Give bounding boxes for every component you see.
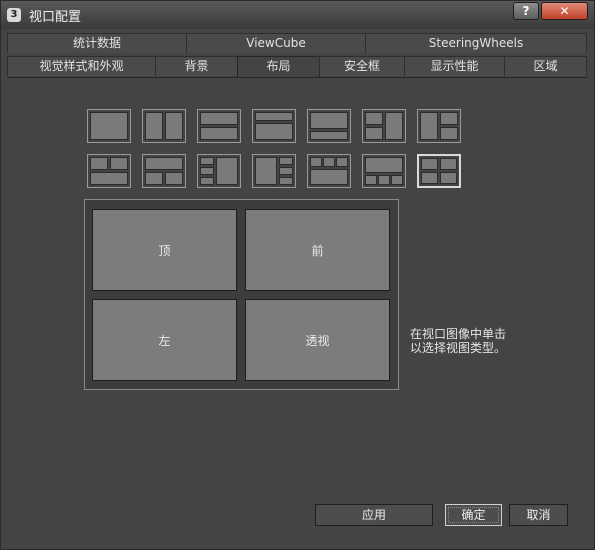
layout-option-one-left-three-right[interactable] (252, 154, 296, 188)
viewport-label-perspective: 透视 (305, 334, 330, 348)
layout-option-large-top-small-bottom[interactable] (307, 109, 351, 143)
layout-option-two-horizontal[interactable] (197, 109, 241, 143)
layout-cell (365, 127, 383, 140)
viewport-configuration-dialog: 3 视口配置 ? ✕ 统计数据 ViewCube SteeringWheels … (0, 0, 595, 550)
viewport-perspective[interactable]: 透视 (245, 299, 390, 381)
3ds-max-icon: 3 (7, 8, 21, 22)
tab-statistics[interactable]: 统计数据 (7, 33, 187, 53)
layout-cell (440, 112, 458, 125)
layout-cell (420, 112, 438, 140)
tab-display-performance[interactable]: 显示性能 (404, 56, 505, 76)
layout-cell (440, 158, 457, 170)
tab-visual-style[interactable]: 视觉样式和外观 (7, 56, 156, 76)
viewport-front[interactable]: 前 (245, 209, 390, 291)
layout-option-one-top-three-bottom[interactable] (362, 154, 406, 188)
layout-option-one-top-two-bottom[interactable] (142, 154, 186, 188)
layout-cell (365, 112, 383, 125)
layout-option-two-left-one-right[interactable] (362, 109, 406, 143)
ok-button[interactable]: 确定 (445, 504, 502, 526)
layout-cell (165, 172, 183, 185)
window-title: 视口配置 (29, 10, 82, 25)
layout-option-one-left-two-right[interactable] (417, 109, 461, 143)
layout-cell (323, 157, 335, 167)
tab-safe-frame[interactable]: 安全框 (319, 56, 405, 76)
layout-cell (378, 175, 390, 185)
viewport-top[interactable]: 顶 (92, 209, 237, 291)
layout-cell (279, 177, 293, 185)
apply-button[interactable]: 应用 (315, 504, 433, 526)
layout-cell (216, 157, 238, 185)
layout-cell (391, 175, 403, 185)
hint-text: 在视口图像中单击 以选择视图类型。 (410, 327, 530, 355)
layout-cell (145, 112, 163, 140)
layout-cell (255, 112, 293, 121)
layout-cell (310, 112, 348, 129)
layout-cell (255, 123, 293, 140)
help-button[interactable]: ? (513, 2, 539, 20)
layout-cell (310, 157, 322, 167)
layout-cell (440, 127, 458, 140)
layout-cell (279, 167, 293, 175)
layout-cell (145, 157, 183, 170)
layout-cell (336, 157, 348, 167)
title-bar[interactable]: 3 视口配置 ? ✕ (1, 1, 594, 29)
layout-cell (200, 157, 214, 165)
layout-option-two-vertical[interactable] (142, 109, 186, 143)
tab-steeringwheels[interactable]: SteeringWheels (365, 33, 587, 53)
layout-cell (385, 112, 403, 140)
layout-option-three-top-one-bottom[interactable] (307, 154, 351, 188)
tab-divider (7, 77, 588, 78)
layout-cell (365, 157, 403, 173)
layout-cell (110, 157, 128, 170)
layout-option-four-grid[interactable] (417, 154, 461, 188)
cancel-button[interactable]: 取消 (509, 504, 568, 526)
layout-cell (421, 172, 438, 184)
layout-cell (200, 177, 214, 185)
viewport-label-left: 左 (158, 334, 171, 348)
layout-cell (90, 172, 128, 185)
tab-layout[interactable]: 布局 (237, 56, 320, 78)
layout-cell (279, 157, 293, 165)
layout-cell (145, 172, 163, 185)
viewport-label-top: 顶 (158, 244, 171, 258)
layout-cell (421, 158, 438, 170)
viewport-layout-preview: 顶 前 左 透视 (84, 199, 399, 390)
hint-line-1: 在视口图像中单击 (410, 327, 507, 341)
layout-option-small-top-large-bottom[interactable] (252, 109, 296, 143)
layout-cell (440, 172, 457, 184)
viewport-left[interactable]: 左 (92, 299, 237, 381)
layout-cell (90, 157, 108, 170)
layout-option-two-top-one-bottom[interactable] (87, 154, 131, 188)
viewport-label-front: 前 (311, 244, 324, 258)
layout-cell (200, 127, 238, 140)
layout-cell (310, 169, 348, 185)
layout-cell (200, 112, 238, 125)
tab-viewcube[interactable]: ViewCube (186, 33, 366, 53)
close-button[interactable]: ✕ (541, 2, 588, 20)
layout-cell (90, 112, 128, 140)
layout-cell (310, 131, 348, 140)
tab-regions[interactable]: 区域 (504, 56, 587, 76)
layout-cell (255, 157, 277, 185)
layout-cell (365, 175, 377, 185)
layout-option-single[interactable] (87, 109, 131, 143)
layout-cell (165, 112, 183, 140)
tab-background[interactable]: 背景 (155, 56, 238, 76)
hint-line-2: 以选择视图类型。 (410, 341, 507, 355)
layout-option-three-left-one-right[interactable] (197, 154, 241, 188)
layout-cell (200, 167, 214, 175)
